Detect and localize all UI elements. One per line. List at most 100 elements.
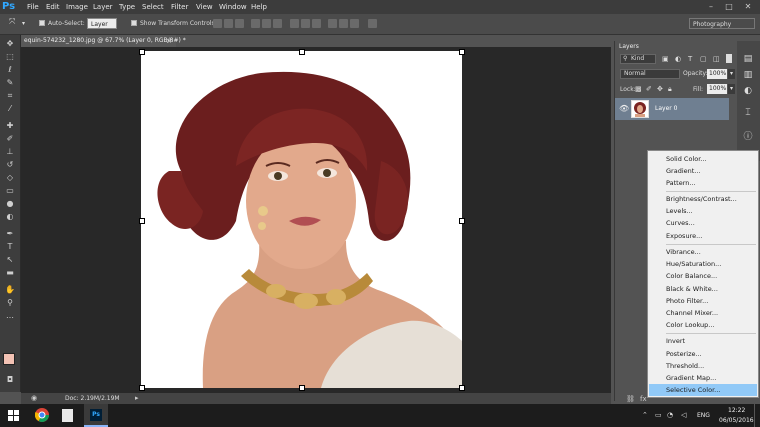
transform-panel-icon[interactable]: ⌶ [742, 107, 754, 119]
document-close-icon[interactable]: × [166, 37, 172, 45]
layer-filter-dropdown[interactable]: ⚲ Kind [620, 54, 656, 64]
more-tools-icon[interactable]: … [5, 311, 15, 320]
distribute-middle-icon[interactable] [301, 19, 310, 28]
windows-start-icon[interactable] [8, 410, 19, 421]
menu-color-lookup[interactable]: Color Lookup... [649, 319, 757, 331]
menu-type[interactable]: Type [119, 2, 135, 12]
close-icon[interactable]: ✕ [741, 1, 755, 12]
transform-handle-bottom-center[interactable] [299, 385, 305, 391]
zoom-globe-icon[interactable]: ◉ [31, 394, 37, 403]
filter-toggle-icon[interactable] [726, 54, 732, 63]
taskbar-photoshop-button[interactable]: Ps [84, 404, 108, 427]
type-tool-icon[interactable]: T [5, 242, 15, 251]
menu-help[interactable]: Help [251, 2, 267, 12]
hand-tool-icon[interactable]: ✋ [5, 285, 15, 294]
lock-image-icon[interactable]: ✐ [646, 85, 652, 94]
transform-handle-bottom-left[interactable] [139, 385, 145, 391]
maximize-icon[interactable]: □ [722, 1, 736, 12]
clock-time[interactable]: 12:22 [728, 407, 745, 415]
align-middle-icon[interactable] [224, 19, 233, 28]
eraser-tool-icon[interactable]: ◇ [5, 173, 15, 182]
chrome-icon[interactable] [35, 408, 49, 422]
quick-select-tool-icon[interactable]: ✎ [5, 78, 15, 87]
distribute-right-icon[interactable] [350, 19, 359, 28]
menu-invert[interactable]: Invert [649, 335, 757, 347]
menu-filter[interactable]: Filter [171, 2, 188, 12]
menu-select[interactable]: Select [142, 2, 164, 12]
info-panel-icon[interactable]: ⓘ [742, 131, 754, 143]
filter-pixel-icon[interactable]: ▣ [662, 54, 669, 64]
show-transform-checkbox[interactable] [131, 20, 137, 26]
menu-threshold[interactable]: Threshold... [649, 360, 757, 372]
menu-vibrance[interactable]: Vibrance... [649, 246, 757, 258]
minimize-icon[interactable]: – [704, 1, 718, 12]
auto-align-icon[interactable] [368, 19, 377, 28]
menu-layer[interactable]: Layer [93, 2, 113, 12]
menu-posterize[interactable]: Posterize... [649, 348, 757, 360]
eyedropper-tool-icon[interactable]: ⁄ [5, 104, 15, 113]
menu-gradient[interactable]: Gradient... [649, 165, 757, 177]
distribute-left-icon[interactable] [328, 19, 337, 28]
adjustments-panel-icon[interactable]: ◐ [742, 85, 754, 97]
pen-tool-icon[interactable]: ✒ [5, 229, 15, 238]
menu-solid-color[interactable]: Solid Color... [649, 153, 757, 165]
fill-input[interactable]: 100% [707, 84, 727, 94]
show-desktop-button[interactable] [754, 404, 760, 427]
filter-type-icon[interactable]: T [688, 54, 692, 64]
menu-file[interactable]: File [27, 2, 39, 12]
distribute-center-icon[interactable] [339, 19, 348, 28]
transform-handle-top-left[interactable] [139, 49, 145, 55]
document-canvas[interactable] [141, 51, 462, 388]
tool-preset-chevron-icon[interactable]: ▾ [22, 20, 25, 28]
blur-tool-icon[interactable]: ● [5, 199, 15, 208]
align-right-icon[interactable] [273, 19, 282, 28]
align-left-icon[interactable] [251, 19, 260, 28]
lock-transparent-icon[interactable]: ▩ [635, 85, 642, 94]
file-explorer-icon[interactable] [62, 409, 73, 422]
gradient-tool-icon[interactable]: ▭ [5, 186, 15, 195]
quick-mask-icon[interactable]: ◘ [5, 375, 15, 384]
menu-photo-filter[interactable]: Photo Filter... [649, 295, 757, 307]
foreground-color-swatch[interactable] [3, 353, 15, 365]
menu-image[interactable]: Image [66, 2, 88, 12]
move-tool-icon[interactable]: ✥ [5, 39, 15, 48]
transform-handle-bottom-right[interactable] [459, 385, 465, 391]
layer-visibility-eye-icon[interactable]: 👁︎ [619, 104, 629, 114]
menu-hue-saturation[interactable]: Hue/Saturation... [649, 258, 757, 270]
brush-tool-icon[interactable]: ✐ [5, 134, 15, 143]
menu-color-balance[interactable]: Color Balance... [649, 270, 757, 282]
menu-curves[interactable]: Curves... [649, 217, 757, 229]
auto-select-target-dropdown[interactable]: Layer [87, 18, 117, 29]
menu-levels[interactable]: Levels... [649, 205, 757, 217]
dodge-tool-icon[interactable]: ◐ [5, 212, 15, 221]
transform-handle-middle-right[interactable] [459, 218, 465, 224]
lasso-tool-icon[interactable]: ℓ [5, 65, 15, 74]
path-selection-tool-icon[interactable]: ↖ [5, 255, 15, 264]
tray-battery-icon[interactable]: ▭ [655, 411, 662, 420]
lock-all-icon[interactable]: 🔒︎ [668, 85, 672, 94]
fill-slider-arrow-icon[interactable]: ▾ [728, 84, 735, 94]
opacity-input[interactable]: 100% [707, 69, 727, 79]
transform-handle-top-center[interactable] [299, 49, 305, 55]
filter-adjustment-icon[interactable]: ◐ [675, 54, 681, 64]
filter-smart-object-icon[interactable]: ◫ [713, 54, 720, 64]
language-indicator[interactable]: ENG [697, 412, 710, 420]
healing-brush-tool-icon[interactable]: ✚ [5, 121, 15, 130]
transform-handle-top-right[interactable] [459, 49, 465, 55]
properties-panel-icon[interactable]: ▥ [742, 69, 754, 81]
menu-window[interactable]: Window [219, 2, 247, 12]
menu-channel-mixer[interactable]: Channel Mixer... [649, 307, 757, 319]
history-panel-icon[interactable]: ▤ [742, 53, 754, 65]
tray-network-icon[interactable]: ◔ [667, 411, 673, 420]
align-center-icon[interactable] [262, 19, 271, 28]
status-menu-arrow-icon[interactable]: ▸ [135, 394, 139, 403]
distribute-top-icon[interactable] [290, 19, 299, 28]
clock-date[interactable]: 06/05/2016 [719, 417, 754, 425]
marquee-tool-icon[interactable]: ⬚ [5, 52, 15, 61]
workspace-dropdown[interactable]: Photography [689, 18, 755, 29]
tray-chevron-icon[interactable]: ⌃ [642, 411, 648, 420]
opacity-slider-arrow-icon[interactable]: ▾ [728, 69, 735, 79]
shape-tool-icon[interactable]: ▬ [5, 268, 15, 277]
distribute-bottom-icon[interactable] [312, 19, 321, 28]
menu-pattern[interactable]: Pattern... [649, 177, 757, 189]
